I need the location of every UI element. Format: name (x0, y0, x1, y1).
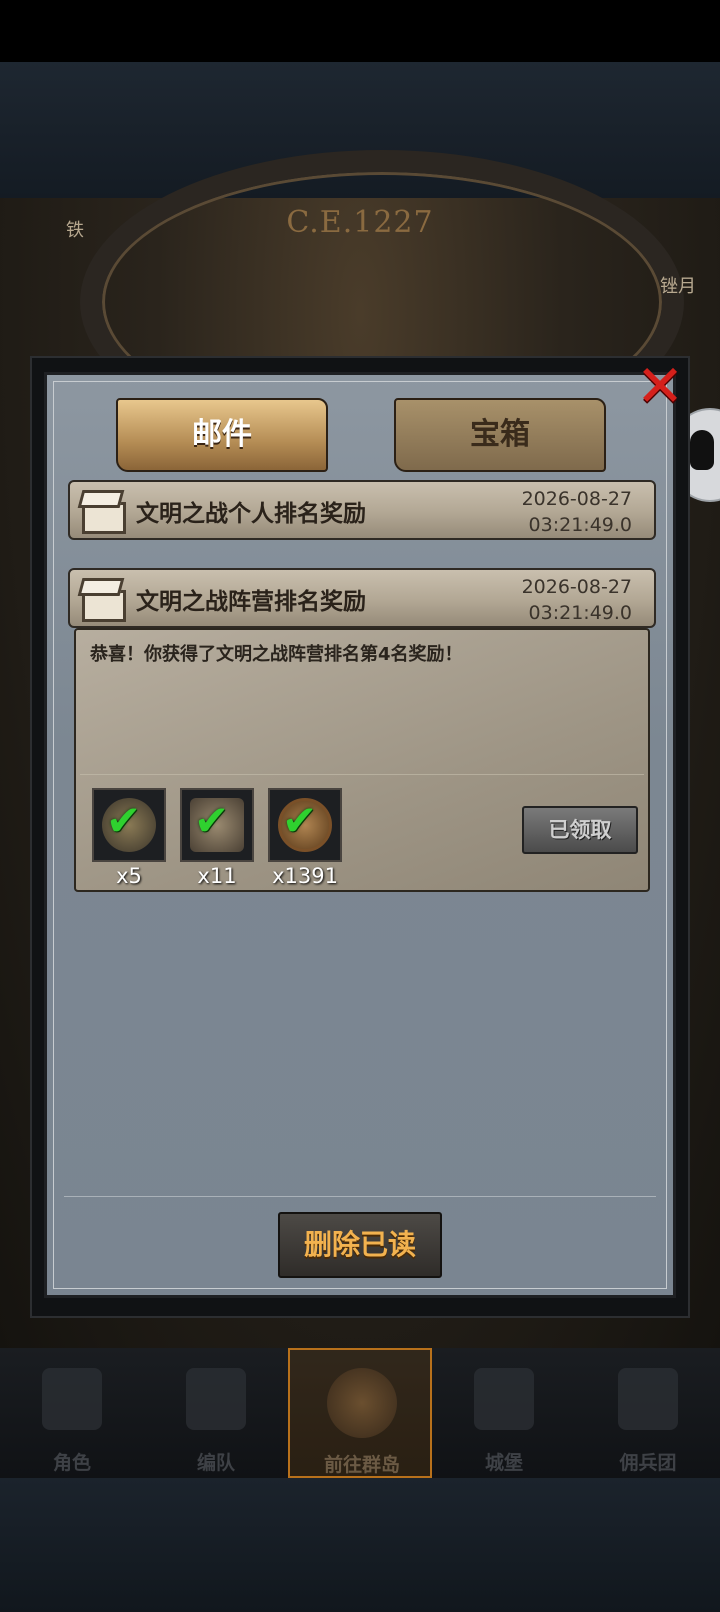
status-bar (0, 0, 720, 62)
knight-icon (42, 1368, 102, 1430)
delete-read-button[interactable]: 删除已读 (278, 1212, 442, 1278)
nav-label: 角色 (52, 1452, 91, 1474)
nav-label: 编队 (196, 1452, 235, 1474)
reward-item[interactable]: ✔ (268, 788, 342, 862)
penguin-icon (690, 430, 714, 470)
mail-item-camp-rank[interactable]: 文明之战阵营排名奖励 2026-08-27 03:21:49.0 (68, 568, 656, 628)
check-icon: ✔ (194, 796, 230, 845)
nav-item-mercenary[interactable]: 佣兵团 (576, 1348, 720, 1478)
nav-label: 前往群岛 (323, 1454, 400, 1476)
helmet-icon (186, 1368, 246, 1430)
reward-qty: x5 (116, 864, 142, 888)
nav-item-formation[interactable]: 编队 (144, 1348, 288, 1478)
mail-item-personal-rank[interactable]: 文明之战个人排名奖励 2026-08-27 03:21:49.0 (68, 480, 656, 540)
era-year: C.E.1227 (286, 205, 434, 240)
mail-time: 03:21:49.0 (528, 514, 632, 536)
mail-date: 2026-08-27 (521, 488, 632, 510)
nav-item-role[interactable]: 角色 (0, 1348, 144, 1478)
mail-time: 03:21:49.0 (528, 602, 632, 624)
claimed-button[interactable]: 已领取 (522, 806, 638, 854)
nav-label: 佣兵团 (619, 1452, 677, 1474)
nav-item-islands[interactable]: 前往群岛 (288, 1348, 432, 1478)
mail-body: 恭喜！你获得了文明之战阵营排名第4名奖励！ ✔ x5 ✔ x11 ✔ x1391… (74, 628, 650, 892)
ship-icon (618, 1368, 678, 1430)
divider (80, 774, 644, 775)
chest-icon (77, 488, 134, 538)
nav-label: 城堡 (484, 1452, 523, 1474)
divider (64, 1196, 656, 1197)
reward-qty: x11 (197, 864, 237, 888)
chest-icon (77, 576, 134, 626)
castle-icon (474, 1368, 534, 1430)
mail-title: 文明之战个人排名奖励 (136, 501, 366, 527)
compass-icon (327, 1368, 397, 1438)
check-icon: ✔ (282, 796, 318, 845)
check-icon: ✔ (106, 796, 142, 845)
close-button[interactable]: ✕ (630, 356, 690, 420)
mail-message: 恭喜！你获得了文明之战阵营排名第4名奖励！ (90, 644, 463, 665)
reward-item[interactable]: ✔ (180, 788, 254, 862)
close-x-icon: ✕ (635, 352, 685, 420)
mail-date: 2026-08-27 (521, 576, 632, 598)
right-label: 锉月 (660, 276, 696, 297)
mail-title: 文明之战阵营排名奖励 (136, 589, 366, 615)
tab-mail[interactable]: 邮件 (116, 398, 328, 472)
bottom-band (0, 1478, 720, 1612)
reward-qty: x1391 (272, 864, 338, 888)
tab-chest[interactable]: 宝箱 (394, 398, 606, 472)
reward-item[interactable]: ✔ (92, 788, 166, 862)
left-label: 铁 (66, 220, 84, 241)
nav-item-castle[interactable]: 城堡 (432, 1348, 576, 1478)
